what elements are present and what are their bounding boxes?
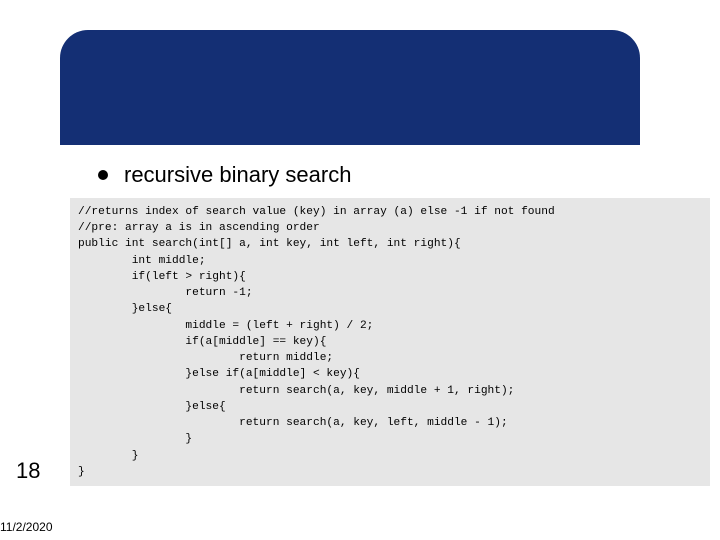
code-block: //returns index of search value (key) in… (70, 198, 710, 486)
code-line: } (78, 433, 192, 445)
code-line: if(left > right){ (78, 271, 246, 283)
code-line: } (78, 450, 138, 462)
bullet-text: recursive binary search (124, 162, 351, 188)
footer-date: 11/2/2020 (0, 520, 53, 534)
code-line: if(a[middle] == key){ (78, 336, 326, 348)
bullet-dot-icon (98, 170, 108, 180)
code-line: return middle; (78, 352, 333, 364)
code-line: //pre: array a is in ascending order (78, 222, 320, 234)
code-line: int middle; (78, 255, 206, 267)
code-line: }else if(a[middle] < key){ (78, 368, 360, 380)
page-number: 18 (16, 458, 40, 484)
code-line: public int search(int[] a, int key, int … (78, 238, 461, 250)
code-line: } (78, 466, 85, 478)
code-line: }else{ (78, 303, 172, 315)
code-line: return -1; (78, 287, 253, 299)
bullet-row: recursive binary search (98, 162, 351, 188)
code-line: return search(a, key, middle + 1, right)… (78, 385, 514, 397)
code-line: middle = (left + right) / 2; (78, 320, 373, 332)
header-band (60, 30, 640, 145)
code-line: return search(a, key, left, middle - 1); (78, 417, 508, 429)
code-line: }else{ (78, 401, 226, 413)
code-line: //returns index of search value (key) in… (78, 206, 555, 218)
slide: recursive binary search //returns index … (0, 0, 720, 540)
